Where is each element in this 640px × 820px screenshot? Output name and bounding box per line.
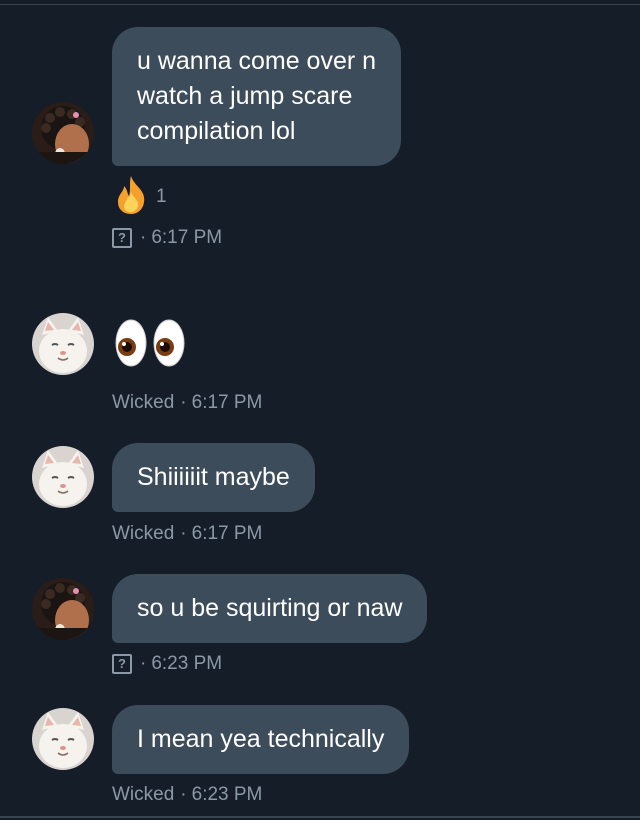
message-bubble[interactable]: u wanna come over n watch a jump scare c… bbox=[112, 27, 402, 166]
unknown-glyph-icon: ? bbox=[112, 654, 132, 674]
message-meta: ? · 6:17 PM bbox=[112, 227, 222, 249]
message-time: 6:17 PM bbox=[191, 523, 263, 544]
message-meta: ? · 6:23 PM bbox=[112, 653, 222, 675]
sender-name: Wicked bbox=[112, 523, 175, 544]
message-time: 6:17 PM bbox=[191, 392, 263, 413]
message-line: u wanna come over n bbox=[137, 47, 377, 75]
curly-hair-avatar[interactable] bbox=[32, 578, 94, 640]
message-bubble[interactable]: Shiiiiiit maybe bbox=[112, 443, 315, 512]
message-line: I mean yea technically bbox=[137, 725, 385, 753]
message-bubble[interactable]: so u be squirting or naw bbox=[112, 574, 428, 643]
message-meta: Wicked · 6:23 PM bbox=[112, 784, 262, 806]
top-divider bbox=[0, 4, 640, 5]
message-time: 6:17 PM bbox=[151, 227, 223, 248]
dm-conversation: u wanna come over n watch a jump scare c… bbox=[0, 0, 640, 820]
reaction-badge[interactable]: 1 bbox=[112, 174, 167, 220]
curly-hair-avatar[interactable] bbox=[32, 102, 94, 164]
reaction-count: 1 bbox=[156, 186, 167, 207]
message-line: so u be squirting or naw bbox=[137, 594, 403, 622]
meta-separator: · bbox=[140, 653, 147, 674]
white-cat-avatar[interactable] bbox=[32, 708, 94, 770]
meta-separator: · bbox=[180, 784, 187, 805]
message-line: watch a jump scare bbox=[137, 82, 353, 110]
bottom-divider bbox=[0, 816, 640, 818]
sender-name: Wicked bbox=[112, 784, 175, 805]
white-cat-avatar[interactable] bbox=[32, 446, 94, 508]
message-line: compilation lol bbox=[137, 117, 296, 145]
meta-separator: · bbox=[140, 227, 147, 248]
message-time: 6:23 PM bbox=[151, 653, 223, 674]
sender-name: Wicked bbox=[112, 392, 175, 413]
eyes-emoji-icon[interactable] bbox=[114, 318, 186, 368]
fire-emoji-icon bbox=[112, 174, 150, 220]
message-meta: Wicked · 6:17 PM bbox=[112, 523, 262, 545]
message-meta: Wicked · 6:17 PM bbox=[112, 392, 262, 414]
message-line: Shiiiiiit maybe bbox=[137, 463, 290, 491]
meta-separator: · bbox=[180, 523, 187, 544]
white-cat-avatar[interactable] bbox=[32, 313, 94, 375]
message-bubble[interactable]: I mean yea technically bbox=[112, 705, 410, 774]
message-time: 6:23 PM bbox=[191, 784, 263, 805]
meta-separator: · bbox=[180, 392, 187, 413]
unknown-glyph-icon: ? bbox=[112, 228, 132, 248]
